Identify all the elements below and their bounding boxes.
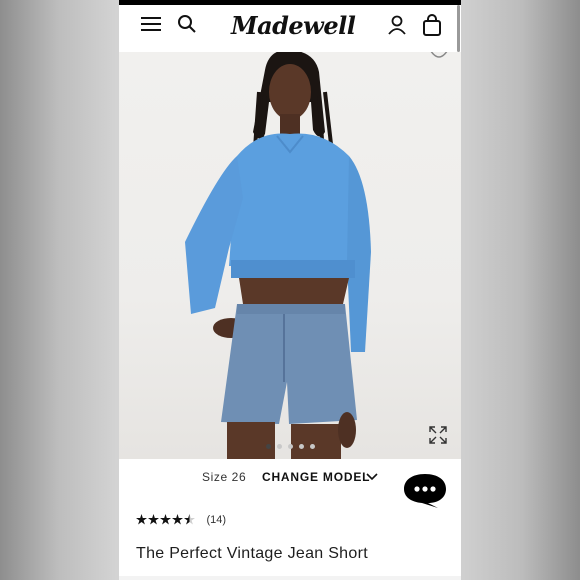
carousel-dot[interactable] xyxy=(276,444,282,449)
carousel-dot[interactable] xyxy=(265,444,271,449)
star-icon xyxy=(148,514,159,525)
carousel-dot[interactable] xyxy=(309,444,315,449)
expand-icon[interactable] xyxy=(429,426,447,444)
scrollbar[interactable] xyxy=(457,5,460,52)
chat-dot xyxy=(430,486,436,492)
half-star-icon xyxy=(184,514,195,525)
carousel-dot[interactable] xyxy=(287,444,293,449)
site-header: Madewell xyxy=(119,5,461,52)
model-size-label: Size 26 xyxy=(202,470,247,484)
product-image[interactable] xyxy=(119,52,461,459)
shopping-bag-icon[interactable] xyxy=(422,14,442,36)
bottom-edge xyxy=(119,576,461,580)
wishlist-heart-icon[interactable] xyxy=(425,52,453,64)
review-count[interactable]: (14) xyxy=(206,514,226,526)
chat-dot xyxy=(414,486,420,492)
brand-logo[interactable]: Madewell xyxy=(231,8,356,44)
change-model-button[interactable]: CHANGE MODEL xyxy=(262,470,370,484)
carousel-dot[interactable] xyxy=(298,444,304,449)
carousel-dots xyxy=(119,444,461,454)
star-icon xyxy=(172,514,183,525)
chevron-down-icon[interactable] xyxy=(366,472,378,481)
chat-dot xyxy=(422,486,428,492)
product-rating[interactable]: (14) xyxy=(136,511,226,527)
rating-stars xyxy=(136,514,196,525)
product-title: The Perfect Vintage Jean Short xyxy=(136,545,368,562)
search-icon[interactable] xyxy=(177,14,197,34)
model-illustration xyxy=(185,52,371,459)
chat-button[interactable] xyxy=(402,472,448,509)
star-icon xyxy=(136,514,147,525)
star-icon xyxy=(160,514,171,525)
menu-icon[interactable] xyxy=(141,16,161,32)
account-icon[interactable] xyxy=(387,15,407,35)
